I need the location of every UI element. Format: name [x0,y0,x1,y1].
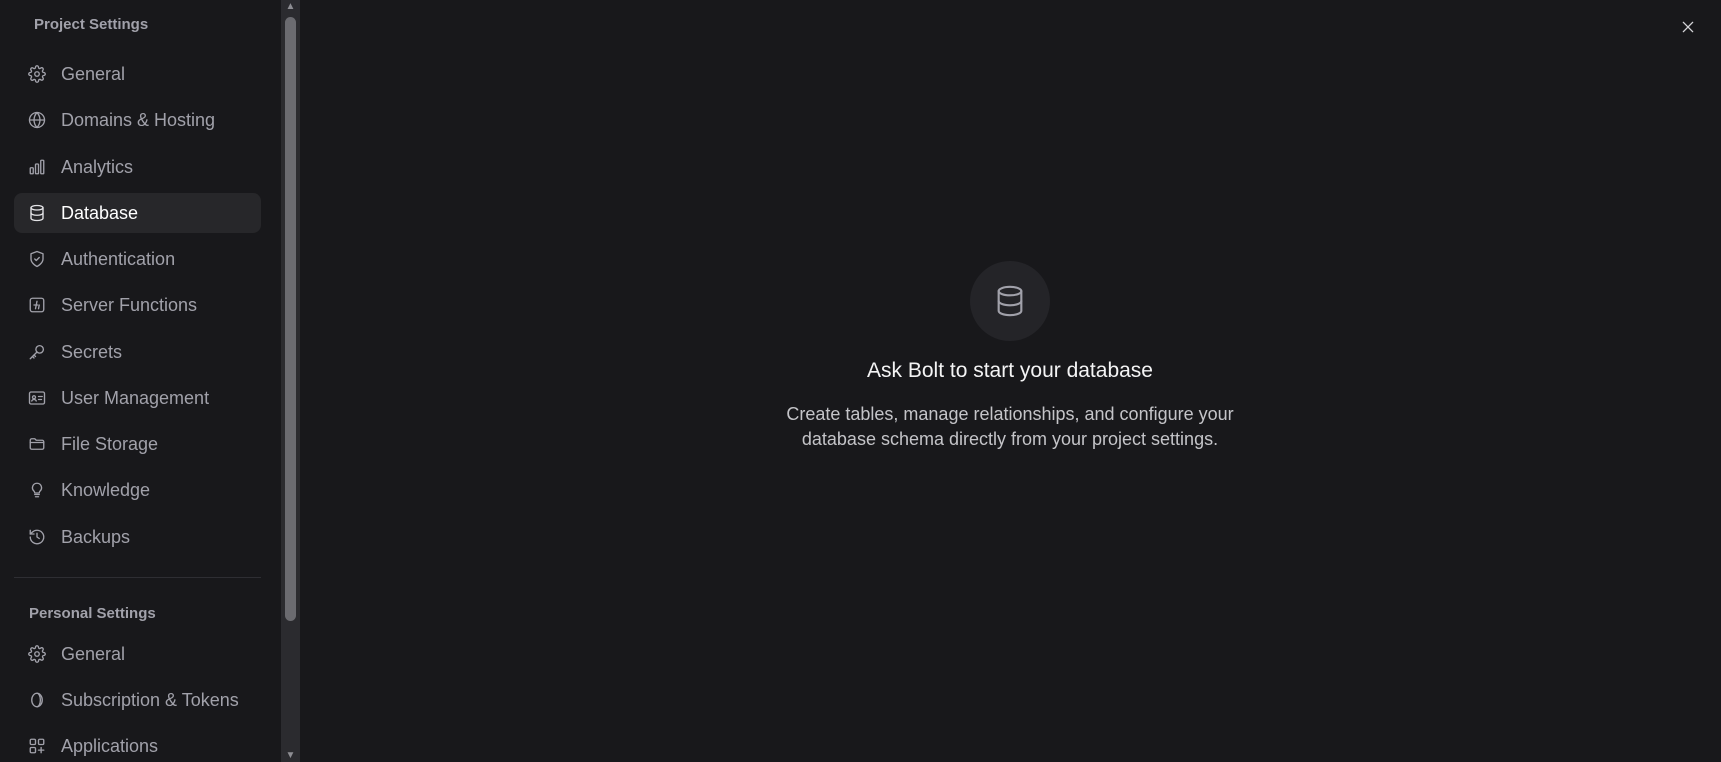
folder-icon [28,435,46,453]
sidebar-item-applications[interactable]: Applications [14,726,261,762]
sidebar-item-label: User Management [61,387,210,408]
sidebar-item-knowledge[interactable]: Knowledge [14,470,261,510]
sidebar-item-secrets[interactable]: Secrets [14,332,261,372]
sidebar-scrollbar[interactable]: ▲ ▼ [281,0,300,762]
bar-chart-icon [28,158,46,176]
empty-state-description-line: database schema directly from your proje… [801,429,1219,449]
sidebar-item-label: Subscription & Tokens [61,689,239,710]
sidebar-item-analytics[interactable]: Analytics [14,147,261,187]
apps-grid-icon [28,737,46,755]
sidebar-divider [14,577,261,578]
gear-icon [28,65,46,83]
empty-state-icon-container [970,261,1050,341]
sidebar-item-backups[interactable]: Backups [14,517,261,557]
sidebar-item-label: General [61,643,126,664]
scroll-thumb[interactable] [285,17,296,621]
sidebar-item-file-storage[interactable]: File Storage [14,424,261,464]
close-button[interactable] [1678,17,1698,37]
database-icon [997,285,1023,317]
sidebar-item-label: File Storage [61,433,159,454]
sidebar-item-personal-general[interactable]: General [14,634,261,674]
sidebar-item-label: Secrets [61,341,123,362]
sidebar-item-user-management[interactable]: User Management [14,378,261,418]
empty-state-title: Ask Bolt to start your database [867,359,1153,382]
scroll-down-arrow-icon[interactable]: ▼ [284,749,297,762]
sidebar-item-subscription-tokens[interactable]: Subscription & Tokens [14,680,261,720]
settings-app: Project Settings General Domains & Hosti… [0,0,1721,762]
sidebar-item-server-functions[interactable]: Server Functions [14,285,261,325]
function-icon [28,296,46,314]
sidebar-item-label: Backups [61,526,131,547]
sidebar-item-label: General [61,63,126,84]
sidebar-item-label: Server Functions [61,294,198,315]
scroll-up-arrow-icon[interactable]: ▲ [284,0,297,13]
sidebar-item-label: Analytics [61,156,134,177]
empty-state-description: Create tables, manage relationships, and… [760,402,1260,452]
personal-settings-heading: Personal Settings [29,605,156,622]
globe-icon [28,111,46,129]
sidebar-item-general[interactable]: General [14,54,261,94]
sidebar-item-label: Domains & Hosting [61,109,216,130]
database-icon [28,204,46,222]
gear-icon [28,645,46,663]
sidebar-item-label: Knowledge [61,479,151,500]
sidebar-item-domains-hosting[interactable]: Domains & Hosting [14,100,261,140]
database-empty-state: Ask Bolt to start your database Create t… [700,261,1320,452]
settings-sidebar: Project Settings General Domains & Hosti… [0,0,281,762]
lightbulb-icon [28,481,46,499]
close-icon [1682,21,1694,33]
sidebar-item-label: Authentication [61,248,176,269]
sidebar-item-authentication[interactable]: Authentication [14,239,261,279]
shield-check-icon [28,250,46,268]
sidebar-item-label: Database [61,202,139,223]
empty-state-description-line: Create tables, manage relationships, and… [786,404,1234,424]
key-icon [28,343,46,361]
history-icon [28,528,46,546]
id-card-icon [28,389,46,407]
sidebar-item-database[interactable]: Database [14,193,261,233]
coin-icon [28,691,46,709]
sidebar-item-label: Applications [61,735,159,756]
project-settings-heading: Project Settings [34,16,149,33]
